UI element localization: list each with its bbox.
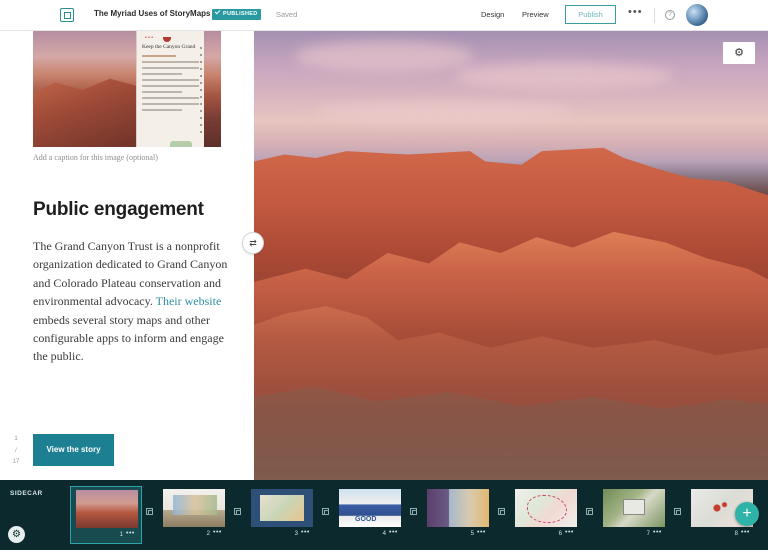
published-badge-label: PUBLISHED (223, 11, 258, 17)
more-options-button[interactable]: ••• (628, 6, 643, 18)
mini-text-line (142, 103, 199, 105)
slide-more-button[interactable]: ••• (389, 529, 398, 536)
publish-button[interactable]: Publish (565, 5, 616, 24)
media-panel-image[interactable] (254, 31, 768, 480)
media-settings-gear-icon[interactable]: ⚙ (723, 42, 755, 64)
preview-button[interactable]: Preview (522, 10, 549, 19)
design-button[interactable]: Design (481, 10, 504, 19)
slide-number: 6 (558, 531, 562, 537)
slide-thumbnail-image (515, 489, 577, 527)
slide-thumbnail-4[interactable]: 4 ••• (334, 486, 406, 544)
slide-number: 2 (206, 531, 210, 537)
mini-text-line (142, 85, 199, 87)
duplicate-slide-icon[interactable] (322, 508, 329, 515)
add-slide-button[interactable]: + (735, 502, 759, 526)
slide-more-button[interactable]: ••• (477, 529, 486, 536)
body-text-part: embeds several story maps and other conf… (33, 312, 224, 364)
mini-text-line (142, 73, 182, 75)
slide-separator: / (15, 447, 17, 454)
slide-thumbnail-1[interactable]: 1 ••• (70, 486, 142, 544)
save-status: Saved (276, 10, 298, 19)
slide-number: 4 (382, 531, 386, 537)
sidecar-slide-bar: SIDECAR ⚙ 1 ••• 2 ••• 3 ••• 4 ••• 5 ••• … (0, 480, 768, 550)
mini-text-line (142, 55, 177, 57)
duplicate-slide-icon[interactable] (586, 508, 593, 515)
slide-number: 1 (119, 532, 123, 538)
slide-more-button[interactable]: ••• (741, 529, 750, 536)
duplicate-slide-icon[interactable] (674, 508, 681, 515)
slide-number: 8 (734, 531, 738, 537)
embedded-story-preview: • • • Keep the Canyon Grand (136, 31, 204, 147)
slide-total: 17 (12, 459, 20, 465)
slide-thumbnail-image (603, 489, 665, 527)
duplicate-slide-icon[interactable] (234, 508, 241, 515)
image-caption-input[interactable]: Add a caption for this image (optional) (33, 153, 158, 162)
storymaps-logo-icon[interactable] (60, 8, 74, 22)
organization-website-link[interactable]: Their website (156, 294, 222, 308)
duplicate-slide-icon[interactable] (498, 508, 505, 515)
mini-text-line (142, 79, 199, 81)
app-header: The Myriad Uses of StoryMaps PUBLISHED S… (0, 0, 768, 31)
swap-panels-icon[interactable]: ⇄ (242, 232, 264, 254)
header-divider (654, 8, 655, 23)
duplicate-slide-icon[interactable] (410, 508, 417, 515)
cloud-shape (454, 63, 674, 89)
slide-thumbnail-3[interactable]: 3 ••• (246, 486, 318, 544)
mini-footer-mark (170, 141, 192, 147)
section-heading[interactable]: Public engagement (33, 199, 204, 221)
slide-number: 5 (470, 531, 474, 537)
slide-more-button[interactable]: ••• (565, 529, 574, 536)
slide-thumbnail-2[interactable]: 2 ••• (158, 486, 230, 544)
slide-thumbnail-image (76, 490, 138, 528)
cloud-shape (314, 101, 574, 123)
slide-thumbnail-7[interactable]: 7 ••• (598, 486, 670, 544)
mini-text-line (142, 97, 199, 99)
sidecar-label: SIDECAR (10, 490, 43, 497)
slide-number: 3 (294, 531, 298, 537)
view-the-story-button[interactable]: View the story (33, 434, 114, 466)
slide-more-button[interactable]: ••• (213, 529, 222, 536)
slide-more-button[interactable]: ••• (653, 529, 662, 536)
user-avatar[interactable] (686, 4, 708, 26)
narrative-image[interactable]: • • • Keep the Canyon Grand (33, 31, 221, 147)
slide-current: 1 (14, 436, 18, 442)
narrative-panel: • • • Keep the Canyon Grand Add a captio… (0, 31, 254, 480)
mini-scrollbar (200, 47, 202, 137)
slide-thumbnail-image (251, 489, 313, 527)
help-icon[interactable]: ? (665, 10, 675, 20)
embedded-story-title: Keep the Canyon Grand (142, 44, 196, 50)
mini-seal-icon (163, 37, 171, 42)
mini-dots-icon: • • • (145, 35, 154, 41)
duplicate-slide-icon[interactable] (146, 508, 153, 515)
mini-text-line (142, 109, 182, 111)
mini-text-line (142, 91, 182, 93)
slide-thumbnail-image (163, 489, 225, 527)
sidecar-settings-gear-icon[interactable]: ⚙ (8, 526, 25, 543)
slide-more-button[interactable]: ••• (301, 529, 310, 536)
check-icon (214, 8, 221, 15)
slide-thumbnail-5[interactable]: 5 ••• (422, 486, 494, 544)
mini-text-line (142, 61, 199, 63)
slide-position-indicator: 1 / 17 (10, 434, 22, 469)
slide-thumbnail-image (427, 489, 489, 527)
slide-more-button[interactable]: ••• (126, 530, 135, 537)
cloud-shape (294, 41, 474, 71)
published-badge: PUBLISHED (212, 8, 262, 20)
slide-thumbnail-image (339, 489, 401, 527)
story-title[interactable]: The Myriad Uses of StoryMaps (94, 9, 210, 18)
narrative-body-text[interactable]: The Grand Canyon Trust is a nonprofit or… (33, 237, 233, 366)
slide-thumbnail-6[interactable]: 6 ••• (510, 486, 582, 544)
mini-text-line (142, 67, 199, 69)
slide-number: 7 (646, 531, 650, 537)
